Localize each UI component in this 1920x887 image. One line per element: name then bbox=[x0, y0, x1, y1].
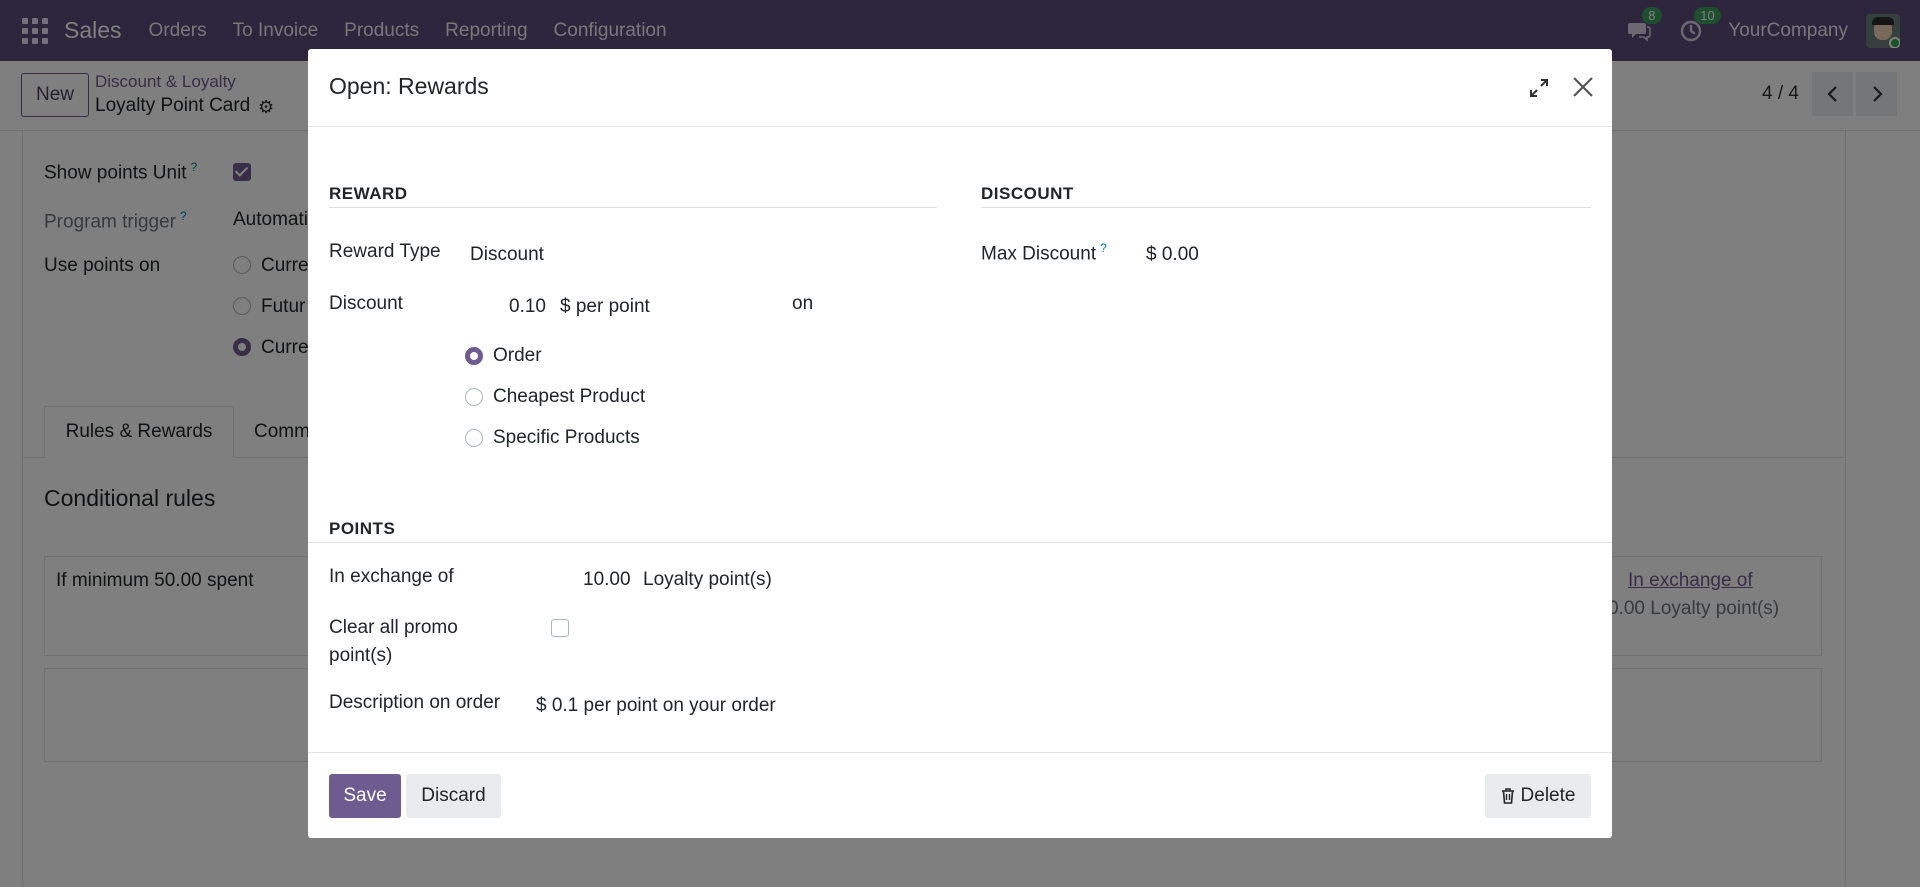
apply-specific-label[interactable]: Specific Products bbox=[493, 427, 640, 449]
discount-section-divider bbox=[981, 207, 1591, 208]
discount-section-heading: DISCOUNT bbox=[981, 184, 1074, 203]
reward-type-select[interactable]: Discount bbox=[470, 244, 544, 266]
delete-button[interactable]: Delete bbox=[1485, 774, 1591, 818]
max-discount-input[interactable]: $ 0.00 bbox=[1146, 244, 1199, 266]
points-section-divider bbox=[308, 542, 1612, 543]
apply-cheapest-label[interactable]: Cheapest Product bbox=[493, 386, 645, 408]
trash-icon bbox=[1501, 788, 1514, 804]
clear-promo-checkbox[interactable] bbox=[551, 619, 569, 637]
points-section-heading: POINTS bbox=[329, 519, 396, 538]
discount-unit-select[interactable]: $ per point bbox=[560, 296, 650, 318]
reward-section-divider bbox=[329, 207, 937, 208]
discount-amount-input[interactable]: 0.10 bbox=[509, 296, 546, 318]
dialog-footer: Save Discard Delete bbox=[308, 752, 1612, 838]
apply-order-radio[interactable] bbox=[465, 347, 483, 365]
description-input[interactable]: $ 0.1 per point on your order bbox=[536, 695, 776, 717]
apply-order-label[interactable]: Order bbox=[493, 345, 542, 367]
clear-promo-label: Clear all promo bbox=[329, 617, 458, 638]
dialog-header: Open: Rewards bbox=[308, 49, 1612, 127]
apply-specific-radio[interactable] bbox=[465, 429, 483, 447]
reward-type-label: Reward Type bbox=[329, 241, 441, 262]
delete-label: Delete bbox=[1520, 785, 1576, 806]
reward-section-heading: REWARD bbox=[329, 184, 408, 203]
expand-icon[interactable] bbox=[1527, 76, 1551, 100]
description-label: Description on order bbox=[329, 692, 501, 713]
dialog-title: Open: Rewards bbox=[329, 73, 489, 99]
max-discount-label: Max Discount? bbox=[981, 241, 1107, 265]
exchange-unit-label: Loyalty point(s) bbox=[643, 569, 772, 590]
discard-button[interactable]: Discard bbox=[406, 774, 501, 818]
discount-label: Discount bbox=[329, 293, 403, 314]
rewards-dialog: Open: Rewards REWARD Reward Type Discoun… bbox=[308, 49, 1612, 838]
clear-promo-label-line2: point(s) bbox=[329, 645, 393, 666]
apply-cheapest-radio[interactable] bbox=[465, 388, 483, 406]
discount-on-label: on bbox=[792, 293, 814, 314]
exchange-label: In exchange of bbox=[329, 566, 454, 587]
save-button[interactable]: Save bbox=[329, 774, 401, 818]
close-icon[interactable] bbox=[1569, 73, 1597, 101]
exchange-points-input[interactable]: 10.00 bbox=[583, 569, 631, 591]
